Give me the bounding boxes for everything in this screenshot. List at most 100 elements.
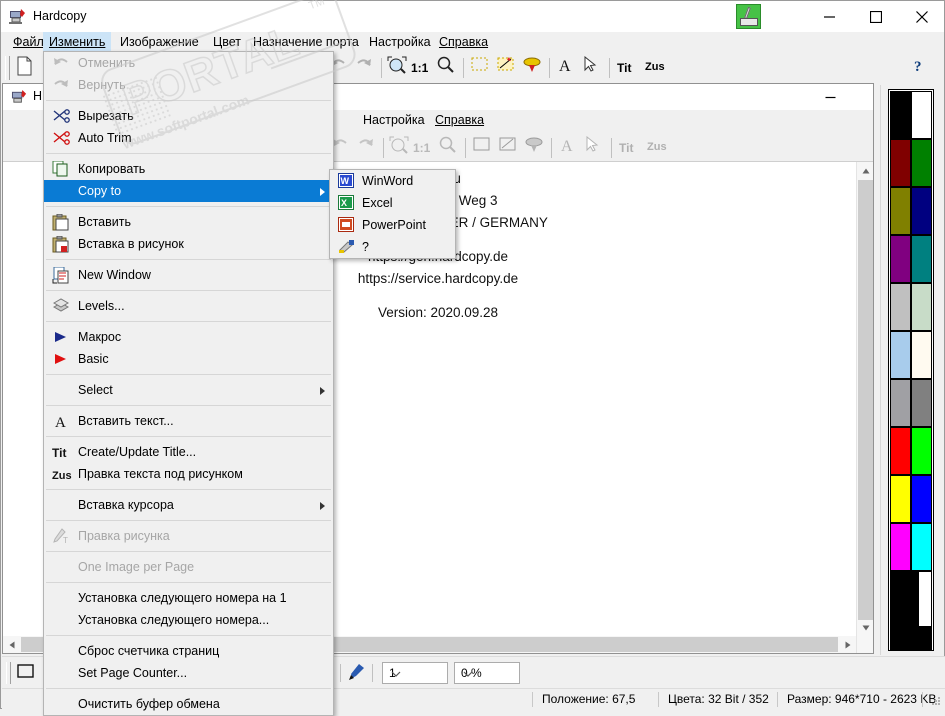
color-swatch[interactable] [890,187,911,235]
palette-row-5[interactable] [890,331,932,379]
color-swatch[interactable] [911,187,932,235]
submenu-item-winword[interactable]: W WinWord [330,170,455,192]
text-tool-icon[interactable]: A [557,56,582,80]
zoom-fit-icon[interactable] [387,56,412,80]
menu-settings[interactable]: Настройка [363,32,437,52]
menu-item-paste[interactable]: Вставить [44,211,333,233]
maximize-button[interactable] [853,1,899,32]
submenu-item-powerpoint[interactable]: PowerPoint [330,214,455,236]
menu-item-copy[interactable]: Копировать [44,158,333,180]
menu-item-basic[interactable]: Basic [44,348,333,370]
child-menu-settings[interactable]: Настройка [357,110,431,131]
menu-item-auto-trim[interactable]: Auto Trim [44,127,333,149]
menu-item-select[interactable]: Select [44,379,333,401]
palette-row-1[interactable] [890,139,932,187]
menu-help[interactable]: Справка [433,32,494,52]
palette-row-2[interactable] [890,187,932,235]
palette-row-6[interactable] [890,379,932,427]
color-swatch[interactable] [911,475,932,523]
color-swatch[interactable] [911,235,932,283]
color-swatch[interactable] [911,379,932,427]
menu-port[interactable]: Назначение порта [247,32,365,52]
color-swatch[interactable] [890,427,911,475]
foreground-color-swatch[interactable] [891,572,919,626]
menu-item-insert-text[interactable]: A Вставить текст... [44,410,333,432]
menu-edit[interactable]: Изменить [43,32,112,52]
color-swatch[interactable] [911,283,932,331]
drawing-toolbar-grip[interactable] [6,662,11,684]
subtitle-button[interactable]: Zus [645,61,665,73]
pointer-tool-icon[interactable] [583,55,608,80]
chevron-down-icon[interactable] [389,667,403,681]
child-menu-help[interactable]: Справка [429,110,490,131]
menu-item-set-next-number[interactable]: Установка следующего номера... [44,609,333,631]
color-swatch[interactable] [911,427,932,475]
select-region-icon[interactable] [497,56,522,80]
scroll-up-icon[interactable] [857,162,873,179]
zoom-icon[interactable] [437,56,462,80]
menu-item-paste-into[interactable]: Вставка в рисунок [44,233,333,255]
palette-row-3[interactable] [890,235,932,283]
color-swatch[interactable] [890,331,911,379]
palette-row-7[interactable] [890,427,932,475]
menu-item-edit-picture[interactable]: T Правка рисунка [44,525,333,547]
menu-item-undo[interactable]: Отменить [44,52,333,74]
color-swatch[interactable] [890,379,911,427]
menu-item-edit-subtext[interactable]: Zus Правка текста под рисунком [44,463,333,485]
menu-item-reset-page-counter[interactable]: Сброс счетчика страниц [44,640,333,662]
menu-item-clear-clipboard[interactable]: Очистить буфер обмена [44,693,333,715]
resize-grip[interactable] [930,695,942,707]
scroll-left-icon[interactable] [3,636,20,653]
menu-color[interactable]: Цвет [207,32,247,52]
child-minimize-button[interactable] [811,84,851,110]
palette-row-9[interactable] [890,523,932,571]
help-icon[interactable]: ? [911,56,936,80]
color-swatch[interactable] [911,331,932,379]
menu-item-set-page-counter[interactable]: Set Page Counter... [44,662,333,684]
vertical-scrollbar[interactable] [856,162,873,653]
color-swatch[interactable] [890,283,911,331]
minimize-button[interactable] [807,1,853,32]
menu-item-set-next-number-1[interactable]: Установка следующего номера на 1 [44,587,333,609]
current-colors-indicator[interactable] [890,571,932,650]
color-picker-icon[interactable] [346,662,371,684]
title-button[interactable]: Tit [617,61,631,75]
palette-row-4[interactable] [890,283,932,331]
menu-item-levels[interactable]: Levels... [44,295,333,317]
redo-icon[interactable] [355,56,380,80]
fill-color-icon[interactable] [523,56,548,80]
vertical-scroll-thumb[interactable] [858,180,873,620]
rectangle-outline-icon[interactable] [16,662,41,684]
scroll-right-icon[interactable] [839,636,856,653]
line-width-dropdown[interactable]: 1 [382,662,448,684]
color-swatch[interactable] [911,523,932,571]
close-button[interactable] [899,1,945,32]
toolbar-grip[interactable] [5,56,10,80]
color-swatch[interactable] [890,139,911,187]
menu-item-new-window[interactable]: New Window [44,264,333,286]
color-swatch[interactable] [911,139,932,187]
menu-item-cut[interactable]: Вырезать [44,105,333,127]
menu-item-insert-cursor[interactable]: Вставка курсора [44,494,333,516]
palette-row-8[interactable] [890,475,932,523]
color-swatch[interactable] [890,475,911,523]
new-document-icon[interactable] [15,56,40,80]
submenu-item-other[interactable]: ? [330,236,455,258]
select-rectangle-icon[interactable] [471,56,496,80]
color-swatch[interactable] [911,91,932,139]
menu-item-redo[interactable]: Вернуть [44,74,333,96]
transparency-dropdown[interactable]: 0 % [454,662,520,684]
color-swatch[interactable] [890,235,911,283]
menu-item-create-title[interactable]: Tit Create/Update Title... [44,441,333,463]
background-color-swatch[interactable] [891,626,931,649]
menu-item-macro[interactable]: Макрос [44,326,333,348]
menu-item-one-image-per-page[interactable]: One Image per Page [44,556,333,578]
color-swatch[interactable] [890,523,911,571]
submenu-item-excel[interactable]: X Excel [330,192,455,214]
color-swatch[interactable] [890,91,911,139]
scroll-down-icon[interactable] [857,619,873,636]
chevron-down-icon-2[interactable] [461,667,475,681]
menu-item-copy-to[interactable]: Copy to [44,180,333,202]
menu-image[interactable]: Изображение [114,32,205,52]
palette-row-0[interactable] [890,91,932,139]
